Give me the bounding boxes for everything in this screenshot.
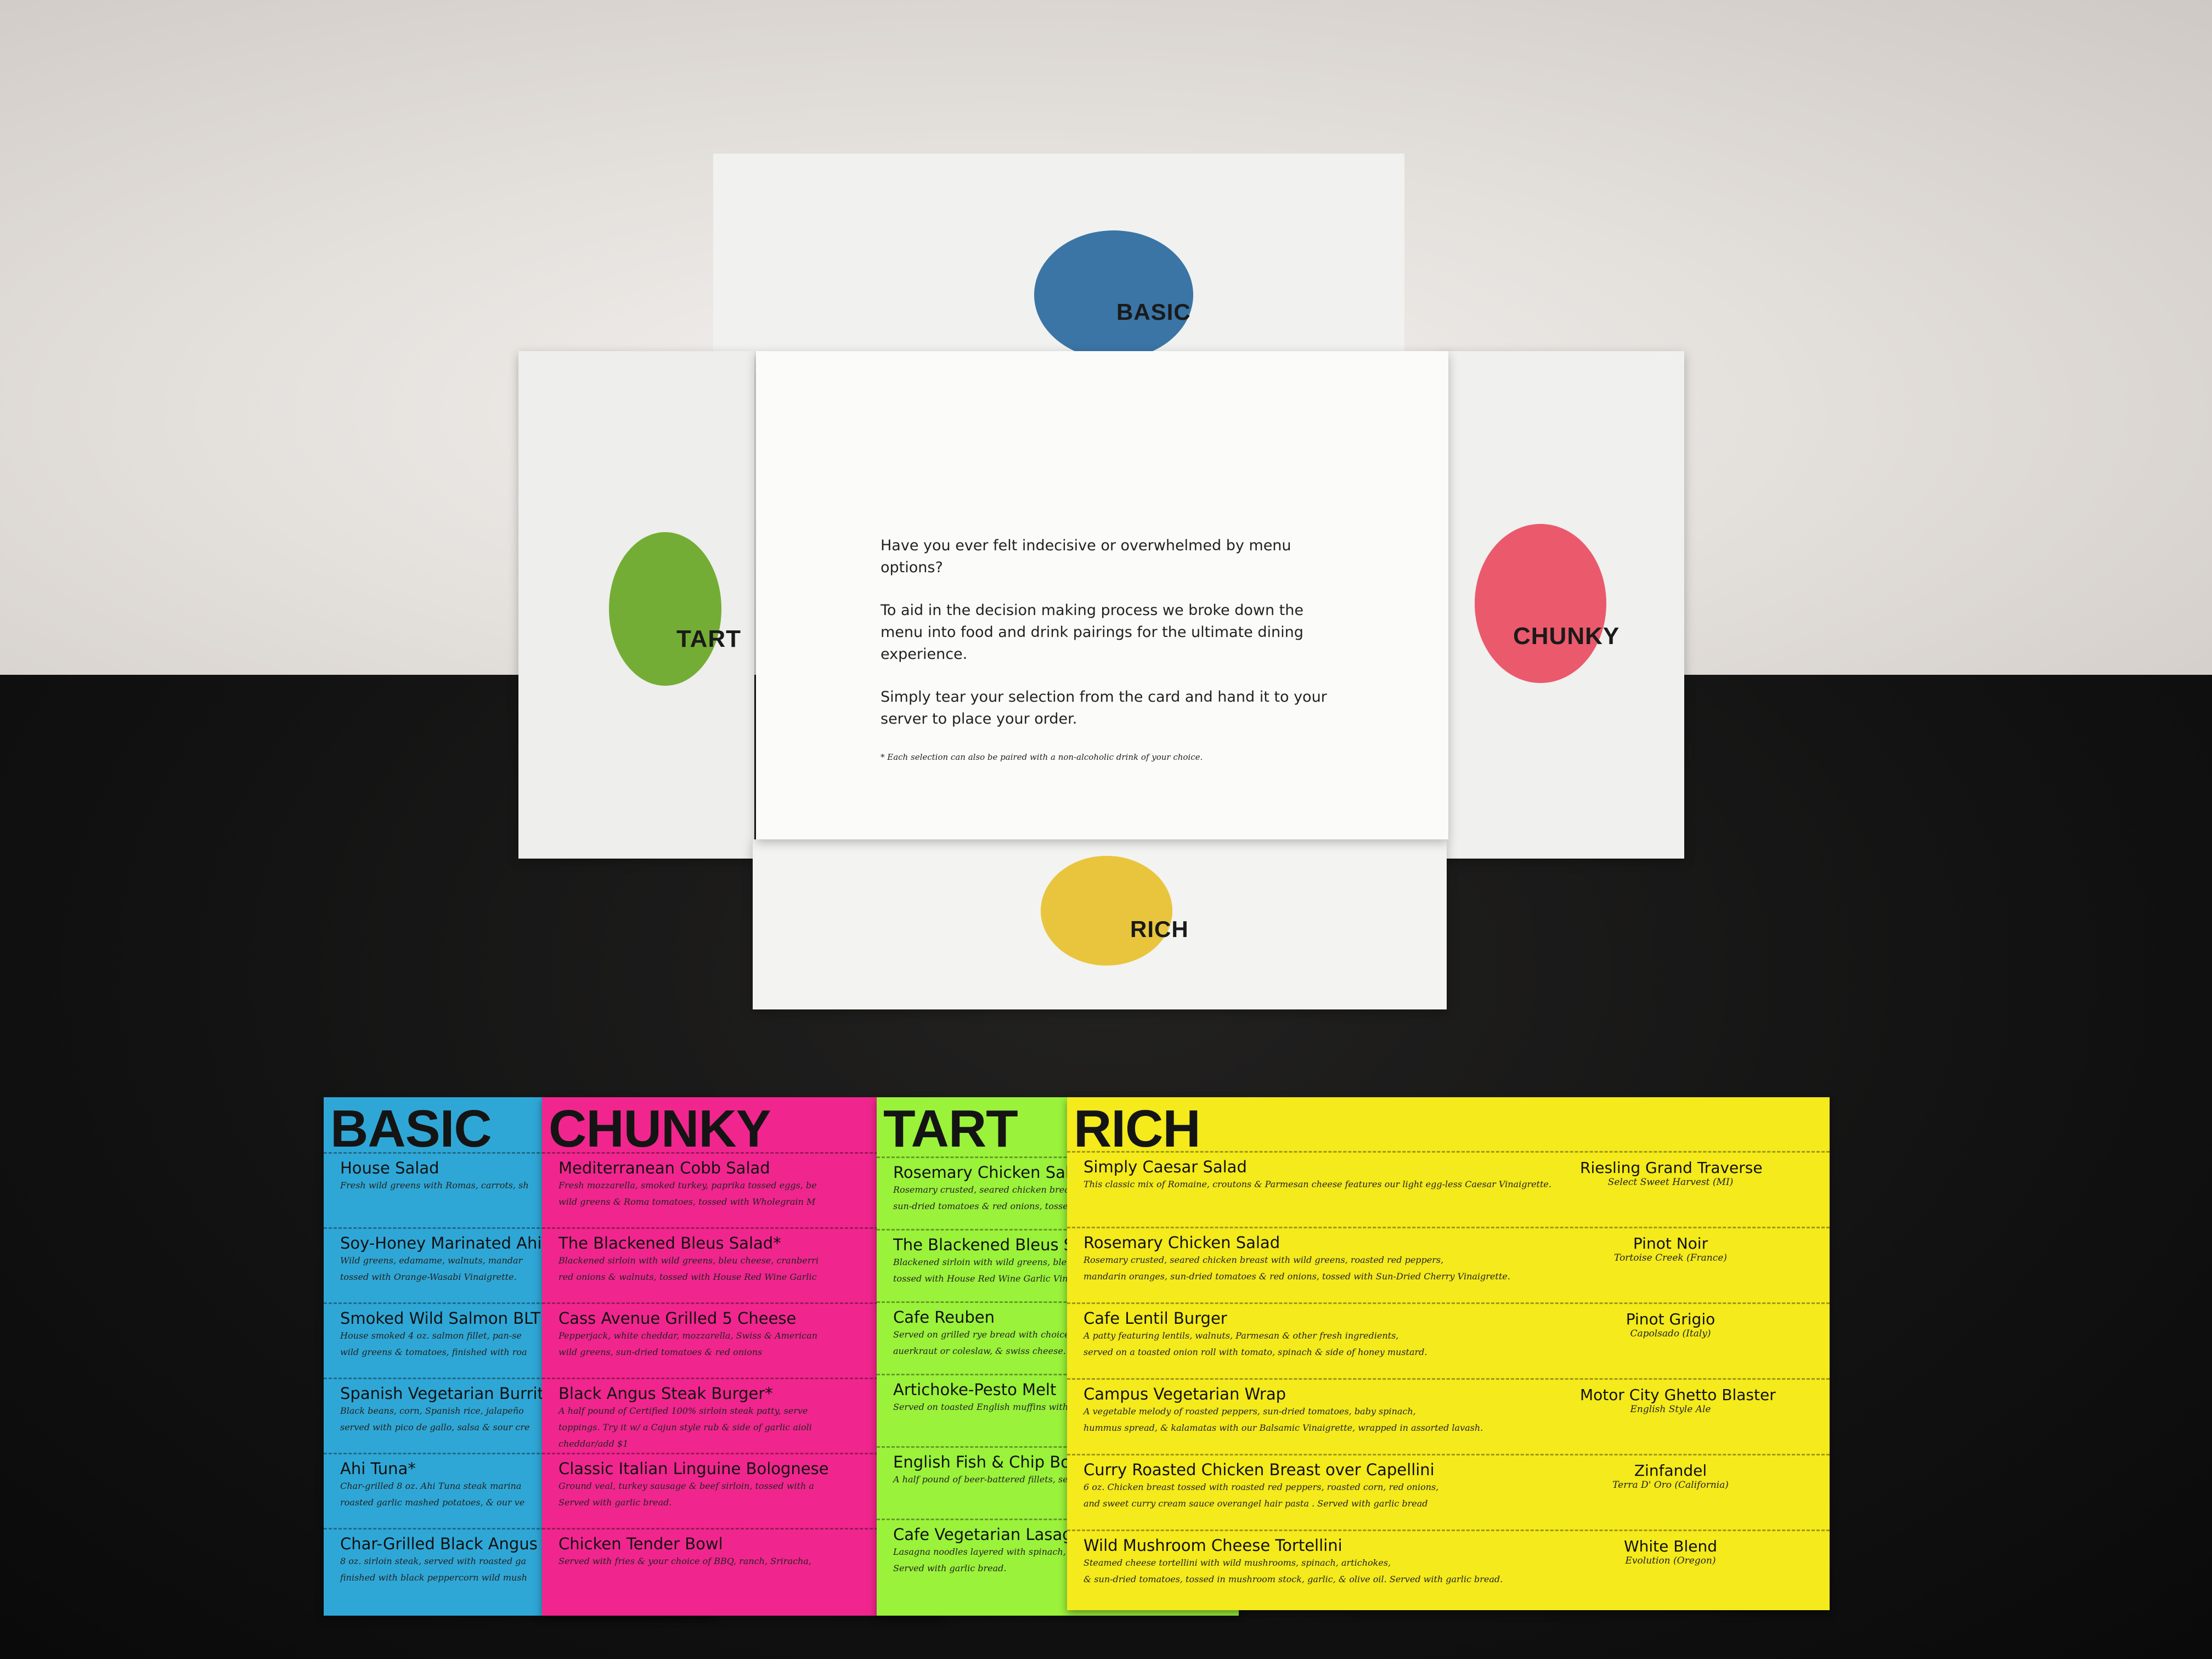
menu-item-description: A patty featuring lentils, walnuts, Parm… [1084,1330,1427,1357]
menu-item-name: Campus Vegetarian Wrap [1084,1385,1286,1403]
drink-name: Motor City Ghetto Blaster [1580,1386,1776,1404]
intro-instructions: Simply tear your selection from the card… [881,689,1327,727]
basic-flap-label: BASIC [1116,299,1191,325]
menu-item[interactable]: Cafe Lentil Burger A patty featuring lent… [1084,1309,1577,1361]
menu-item-name: Wild Mushroom Cheese Tortellini [1084,1536,1342,1555]
perforation [1067,1227,1830,1228]
rich-card: RICH Simply Caesar Salad This classic mix… [1067,1097,1830,1610]
menu-item[interactable]: Curry Roasted Chicken Breast over Capell… [1084,1460,1577,1512]
basic-circle [1034,230,1193,359]
tart-flap-label: TART [676,625,742,652]
menu-item[interactable]: Mediterranean Cobb Salad Fresh mozzarella… [558,1159,926,1210]
drink-origin: Terra D' Oro (California) [1612,1480,1729,1491]
folder-left-flap: TART [518,351,754,859]
menu-item[interactable]: Wild Mushroom Cheese Tortellini Steamed c… [1084,1536,1577,1588]
perforation [1067,1530,1830,1531]
drink-pairing[interactable]: White Blend Evolution (Oregon) [1580,1537,1761,1566]
drink-name: Pinot Noir [1633,1234,1708,1252]
perforation [1067,1151,1830,1153]
drink-origin: Capolsado (Italy) [1630,1328,1711,1339]
menu-item-description: This classic mix of Romaine, croutons & … [1084,1179,1551,1189]
drink-origin: Select Sweet Harvest (MI) [1607,1177,1734,1188]
chunky-flap-label: CHUNKY [1513,623,1620,650]
rich-card-title: RICH [1074,1099,1201,1158]
drink-pairing[interactable]: Pinot Noir Tortoise Creek (France) [1580,1234,1761,1263]
drink-pairing[interactable]: Motor City Ghetto Blaster English Style A… [1580,1386,1776,1415]
drink-name: White Blend [1623,1537,1718,1555]
drink-pairing[interactable]: Zinfandel Terra D' Oro (California) [1580,1462,1761,1491]
menu-item-name: Mediterranean Cobb Salad [558,1159,770,1177]
menu-item-description: A vegetable melody of roasted peppers, s… [1084,1406,1483,1433]
menu-item-description: Steamed cheese tortellini with wild mush… [1084,1558,1503,1584]
menu-item-description: Served with fries & your choice of BBQ, … [558,1556,811,1566]
intro-footnote: * Each selection can also be paired with… [881,752,1203,762]
menu-item-name: Simply Caesar Salad [1084,1158,1247,1176]
menu-item-description: A half pound of Certified 100% sirloin s… [558,1406,812,1449]
menu-item[interactable]: Rosemary Chicken Salad Rosemary crusted, … [1084,1233,1577,1285]
chunky-circle [1475,524,1606,683]
folder-top-flap: BASIC [713,154,1404,373]
drink-name: Zinfandel [1634,1462,1707,1480]
menu-item-name: The Blackened Bleus Salad* [558,1234,781,1252]
menu-item-name: Classic Italian Linguine Bolognese [558,1459,829,1478]
perforation [1067,1454,1830,1455]
menu-item-name: Cass Avenue Grilled 5 Cheese [558,1309,797,1328]
folder-bottom-flap: RICH [753,839,1447,1009]
drink-name: Pinot Grigio [1626,1310,1716,1328]
menu-item[interactable]: Black Angus Steak Burger* A half pound of… [558,1384,926,1452]
menu-item-name: Cafe Lentil Burger [1084,1309,1227,1328]
chunky-card-title: CHUNKY [549,1099,771,1158]
menu-item-name: Curry Roasted Chicken Breast over Capell… [1084,1460,1435,1479]
menu-item-description: Rosemary crusted, seared chicken breast … [1084,1255,1510,1282]
drink-origin: English Style Ale [1630,1404,1711,1415]
drink-origin: Tortoise Creek (France) [1614,1252,1727,1263]
basic-card-title: BASIC [330,1099,492,1158]
menu-item-description: Blackened sirloin with wild greens, bleu… [558,1255,819,1282]
tart-card-title: TART [883,1099,1018,1158]
menu-item-name: Chicken Tender Bowl [558,1534,723,1553]
menu-item[interactable]: Cass Avenue Grilled 5 Cheese Pepperjack, … [558,1309,926,1361]
menu-item-description: Ground veal, turkey sausage & beef sirlo… [558,1481,814,1508]
drink-pairing[interactable]: Riesling Grand Traverse Select Sweet Harv… [1580,1159,1763,1188]
rich-flap-label: RICH [1130,916,1189,942]
perforation [1067,1378,1830,1380]
rich-circle [1041,856,1172,966]
menu-item-description: Fresh mozzarella, smoked turkey, paprika… [558,1180,817,1207]
intro-text: Have you ever felt indecisive or overwhe… [881,535,1330,784]
menu-item-description: Pepperjack, white cheddar, mozzarella, S… [558,1330,818,1357]
menu-item-name: Black Angus Steak Burger* [558,1384,773,1403]
perforation [1067,1302,1830,1304]
menu-item[interactable]: The Blackened Bleus Salad* Blackened sirl… [558,1234,926,1285]
tart-circle [609,532,721,686]
drink-origin: Evolution (Oregon) [1625,1555,1716,1566]
drink-name: Riesling Grand Traverse [1580,1159,1763,1177]
intro-question: Have you ever felt indecisive or overwhe… [881,537,1291,576]
drink-pairing[interactable]: Pinot Grigio Capolsado (Italy) [1580,1310,1761,1339]
menu-item-name: Rosemary Chicken Salad [1084,1233,1280,1252]
menu-item[interactable]: Simply Caesar Salad This classic mix of R… [1084,1158,1577,1193]
menu-item[interactable]: Campus Vegetarian Wrap A vegetable melody… [1084,1385,1577,1436]
folder-right-flap: CHUNKY [1443,351,1684,859]
menu-item[interactable]: Classic Italian Linguine Bolognese Ground… [558,1459,926,1511]
menu-item-description: 6 oz. Chicken breast tossed with roasted… [1084,1482,1439,1509]
menu-item[interactable]: Chicken Tender Bowl Served with fries & y… [558,1534,926,1570]
intro-explanation: To aid in the decision making process we… [881,602,1304,663]
